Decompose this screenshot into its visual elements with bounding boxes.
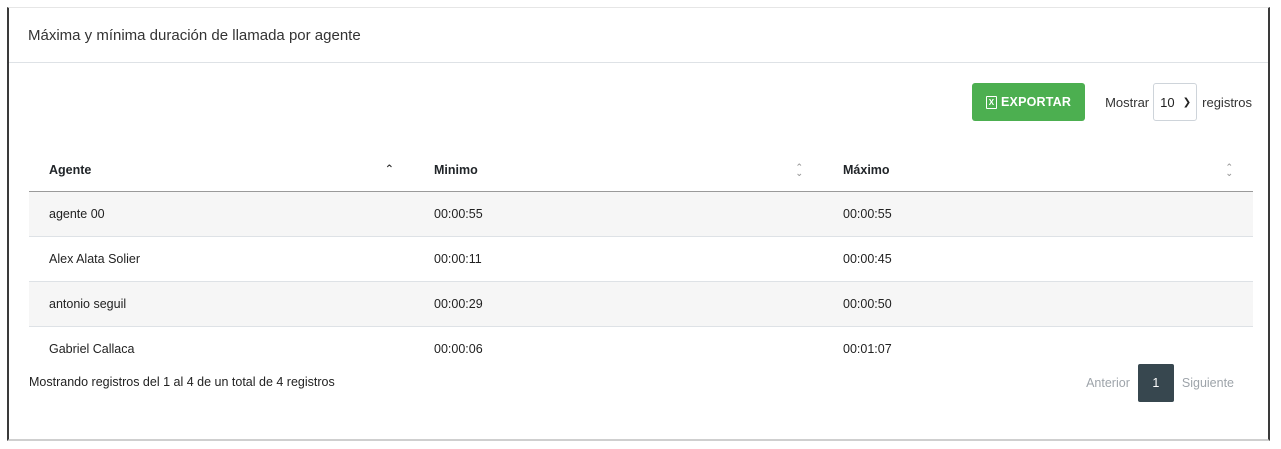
sort-ascending-icon: ⌃ (384, 163, 394, 175)
show-label: Mostrar (1105, 94, 1150, 110)
table-info: Mostrando registros del 1 al 4 de un tot… (29, 375, 335, 389)
cell-minimo: 00:00:55 (414, 191, 823, 237)
cell-agente: Gabriel Callaca (49, 342, 135, 356)
pagination-next[interactable]: Siguiente (1174, 376, 1242, 390)
pagination-page-1[interactable]: 1 (1137, 364, 1174, 402)
table-row: antonio seguil 00:00:29 00:00:50 (29, 281, 1253, 327)
sort-both-icon: ⌃ ⌄ (795, 161, 803, 178)
cell-agente: agente 00 (29, 191, 414, 237)
panel-header: Máxima y mínima duración de llamada por … (9, 8, 1268, 63)
chevron-down-icon: ❯ (1182, 96, 1192, 108)
page-size-value: 10 (1160, 94, 1175, 110)
export-button-label: EXPORTAR (1001, 95, 1072, 109)
pagination: Anterior 1 Siguiente (1078, 364, 1242, 402)
column-header-minimo[interactable]: Minimo ⌃ ⌄ (414, 148, 823, 192)
table-toolbar: X EXPORTAR Mostrar 10 ❯ registros (972, 82, 1252, 122)
table-row: Alex Alata Solier 00:00:11 00:00:45 (29, 236, 1253, 282)
page-size-select[interactable]: 10 ❯ (1153, 83, 1198, 121)
table-row: Gabriel Callaca 00:00:06 00:01:07 (29, 327, 1253, 372)
agent-duration-table: Agente ⌃ Minimo ⌃ ⌄ Máximo ⌃ ⌄ agente 00 0… (29, 148, 1253, 371)
table-row: agente 00 00:00:55 00:00:55 (29, 191, 1253, 237)
column-header-maximo[interactable]: Máximo ⌃ ⌄ (823, 148, 1253, 192)
export-button[interactable]: X EXPORTAR (972, 83, 1086, 121)
cell-minimo: 00:00:06 (434, 342, 483, 356)
column-header-agente[interactable]: Agente ⌃ (29, 148, 414, 192)
cell-maximo: 00:00:50 (823, 281, 1253, 327)
pagination-previous[interactable]: Anterior (1078, 376, 1138, 390)
cell-minimo: 00:00:29 (414, 281, 823, 327)
report-panel: Máxima y mínima duración de llamada por … (7, 7, 1270, 441)
cell-agente: antonio seguil (29, 281, 414, 327)
excel-file-icon: X (986, 95, 998, 109)
cell-maximo: 00:00:45 (823, 236, 1253, 282)
panel-title: Máxima y mínima duración de llamada por … (28, 26, 361, 44)
cell-agente: Alex Alata Solier (29, 236, 414, 282)
table-header-row: Agente ⌃ Minimo ⌃ ⌄ Máximo ⌃ ⌄ (29, 148, 1253, 192)
cell-minimo: 00:00:11 (414, 236, 823, 282)
cell-maximo: 00:00:55 (823, 191, 1253, 237)
records-label: registros (1202, 94, 1252, 110)
sort-both-icon: ⌃ ⌄ (1225, 161, 1233, 178)
